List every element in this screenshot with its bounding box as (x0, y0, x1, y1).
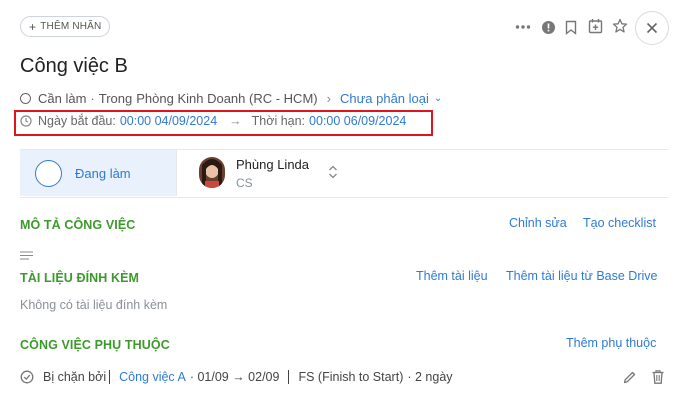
state-card[interactable]: Đang làm (20, 150, 176, 196)
edit-description-link[interactable]: Chỉnh sửa (509, 216, 567, 230)
calendar-add-icon[interactable] (586, 17, 604, 35)
due-date-value[interactable]: 00:00 06/09/2024 (309, 114, 406, 128)
location-text[interactable]: Phòng Kinh Doanh (RC - HCM) (136, 91, 317, 106)
dependency-duration: · 2 ngày (407, 370, 453, 384)
chevron-down-icon[interactable]: ⌄ (434, 93, 442, 104)
add-tag-button[interactable]: + THÊM NHÃN (20, 16, 111, 37)
clock-icon (20, 115, 32, 127)
dependency-separator (109, 370, 111, 384)
assignee-role: CS (236, 176, 253, 190)
create-checklist-link[interactable]: Tạo checklist (583, 216, 656, 230)
no-attachments-text: Không có tài liệu đính kèm (20, 298, 168, 312)
info-icon[interactable] (539, 18, 557, 36)
chevron-right-icon: › (326, 91, 331, 106)
close-button[interactable] (635, 11, 669, 45)
date-line: Ngày bắt đầu: 00:00 04/09/2024 → Thời hạ… (20, 114, 406, 128)
divider-mid (20, 197, 668, 198)
task-title: Công việc B (20, 55, 128, 77)
check-circle-icon (20, 370, 34, 384)
add-dependency-link[interactable]: Thêm phụ thuộc (566, 336, 656, 350)
close-icon (646, 22, 658, 34)
dependency-range: · 01/09 → 02/09 (189, 370, 280, 384)
task-meta-line: Cần làm · Trong Phòng Kinh Doanh (RC - H… (20, 91, 442, 106)
edit-pencil-icon[interactable] (622, 370, 637, 390)
plus-icon: + (29, 19, 37, 34)
status-text[interactable]: Cần làm (38, 91, 86, 106)
star-icon[interactable] (611, 17, 629, 35)
start-date-label: Ngày bắt đầu: (38, 114, 116, 128)
location-prefix: Trong (98, 91, 133, 106)
dependency-separator-2 (288, 370, 290, 384)
description-heading: MÔ TẢ CÔNG VIỆC (20, 218, 136, 232)
state-label: Đang làm (75, 165, 131, 181)
state-ring-icon (35, 159, 62, 187)
add-from-drive-link[interactable]: Thêm tài liệu từ Base Drive (506, 269, 657, 283)
category-dropdown[interactable]: Chưa phân loại (340, 91, 429, 106)
dependencies-heading: CÔNG VIỆC PHỤ THUỘC (20, 338, 170, 352)
assignee-name: Phùng Linda (236, 157, 310, 172)
attachments-heading: TÀI LIỆU ĐÍNH KÈM (20, 271, 140, 285)
dependency-row: Bị chặn bởi Công việc A · 01/09 → 02/09 … (20, 370, 453, 384)
text-lines-icon (20, 247, 33, 265)
dependency-task-link[interactable]: Công việc A (119, 370, 186, 384)
more-icon[interactable] (514, 18, 532, 36)
dependency-relation: Bị chặn bởi (43, 370, 107, 384)
status-circle-icon (20, 93, 31, 104)
bookmark-icon[interactable] (562, 18, 580, 36)
sort-toggle-icon[interactable] (327, 163, 339, 181)
due-date-label: Thời hạn: (251, 114, 306, 128)
add-tag-label: THÊM NHÃN (40, 21, 102, 32)
trash-icon[interactable] (651, 369, 665, 390)
dependency-type: FS (Finish to Start) (298, 370, 404, 384)
meta-dot: · (90, 91, 95, 106)
start-date-value[interactable]: 00:00 04/09/2024 (120, 114, 217, 128)
card-divider (176, 150, 177, 196)
arrow-right-icon: → (229, 114, 242, 128)
add-attachment-link[interactable]: Thêm tài liệu (416, 269, 488, 283)
avatar[interactable] (199, 157, 225, 188)
